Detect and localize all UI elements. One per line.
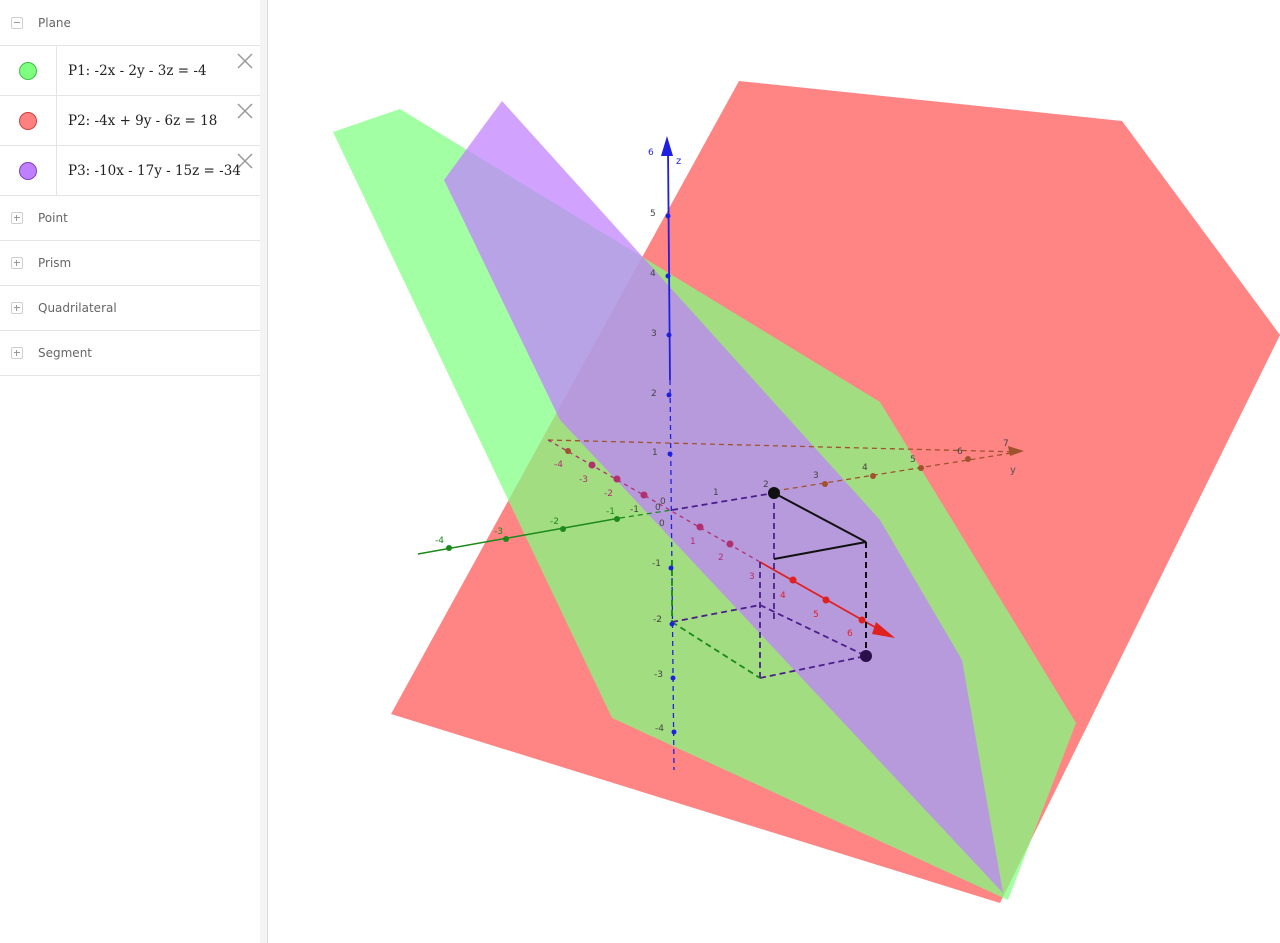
- x-tick-4: 4: [780, 591, 786, 601]
- group-quadrilateral[interactable]: Quadrilateral: [0, 286, 260, 331]
- x-tick-5: 5: [813, 610, 819, 620]
- group-prism[interactable]: Prism: [0, 241, 260, 286]
- visibility-toggle-p2[interactable]: [0, 96, 57, 145]
- y-tick-6: 6: [957, 447, 963, 457]
- green-tick-neg3: -3: [494, 527, 503, 537]
- x-tick-1: 1: [690, 537, 696, 547]
- plane-expression[interactable]: P1: -2x - 2y - 3z = -4: [57, 46, 260, 95]
- close-icon[interactable]: [236, 52, 254, 70]
- z-axis-arrow-icon: [661, 136, 673, 156]
- plane-row-p1[interactable]: P1: -2x - 2y - 3z = -4: [0, 45, 260, 95]
- expand-icon[interactable]: [11, 257, 23, 269]
- z-tick-neg3: -3: [654, 670, 663, 680]
- z-tick-neg2: -2: [653, 615, 662, 625]
- group-plane-label: Plane: [38, 15, 71, 30]
- expand-icon[interactable]: [11, 212, 23, 224]
- z-tick-5: 5: [650, 209, 656, 219]
- y-tick-3: 3: [813, 471, 819, 481]
- group-plane[interactable]: Plane: [0, 0, 260, 45]
- expand-icon[interactable]: [11, 347, 23, 359]
- z-tick-6: 6: [648, 148, 654, 158]
- close-icon[interactable]: [236, 152, 254, 170]
- z-tick-2: 2: [651, 389, 657, 399]
- z-tick-3: 3: [651, 329, 657, 339]
- point-a[interactable]: [768, 487, 780, 499]
- y-axis-label: y: [1010, 465, 1016, 476]
- group-label: Prism: [38, 256, 72, 270]
- origin-label-2: 0: [655, 503, 661, 513]
- group-point[interactable]: Point: [0, 196, 260, 241]
- visibility-toggle-p1[interactable]: [0, 46, 57, 95]
- diag-tick-neg2: -2: [604, 489, 613, 499]
- diag-tick-neg1: -1: [606, 507, 615, 517]
- plane-row-p3[interactable]: P3: -10x - 17y - 15z = -34: [0, 145, 260, 196]
- marble-icon[interactable]: [19, 111, 37, 130]
- x-tick-3: 3: [749, 572, 755, 582]
- green-tick-neg4: -4: [435, 536, 444, 546]
- y-tick-4: 4: [862, 463, 868, 473]
- y-tick-neg1: -1: [630, 505, 639, 515]
- plane-row-p2[interactable]: P2: -4x + 9y - 6z = 18: [0, 95, 260, 145]
- plane-expression[interactable]: P2: -4x + 9y - 6z = 18: [57, 96, 260, 145]
- diag-tick-neg4: -4: [554, 460, 563, 470]
- z-tick-4: 4: [650, 269, 656, 279]
- z-axis-label: z: [676, 156, 681, 167]
- y-tick-1: 1: [713, 488, 719, 498]
- marble-icon[interactable]: [19, 61, 37, 80]
- panel-divider[interactable]: [260, 0, 268, 943]
- diag-tick-neg3: -3: [579, 475, 588, 485]
- algebra-panel: Plane P1: -2x - 2y - 3z = -4 P2: -4x + 9…: [0, 0, 261, 943]
- graphics-3d-view[interactable]: y z 6 5 4 3 2 1 -1 -2 -3 -4 3 4 5 6 7 -1…: [268, 0, 1280, 943]
- collapse-icon[interactable]: [11, 16, 23, 29]
- origin-label-3: 0: [659, 519, 665, 529]
- expand-icon[interactable]: [11, 302, 23, 314]
- z-tick-neg1: -1: [652, 559, 661, 569]
- green-tick-neg2: -2: [550, 517, 559, 527]
- y-tick-2: 2: [763, 480, 769, 490]
- plane-expression[interactable]: P3: -10x - 17y - 15z = -34: [57, 146, 260, 195]
- x-tick-6: 6: [847, 629, 853, 639]
- marble-icon[interactable]: [19, 161, 37, 180]
- group-label: Point: [38, 211, 68, 225]
- point-b[interactable]: [860, 650, 872, 662]
- close-icon[interactable]: [236, 102, 254, 120]
- origin-label: 0: [660, 497, 666, 507]
- visibility-toggle-p3[interactable]: [0, 146, 57, 195]
- group-label: Segment: [38, 346, 92, 360]
- x-tick-2: 2: [718, 553, 724, 563]
- group-segment[interactable]: Segment: [0, 331, 260, 376]
- scene-svg[interactable]: y z 6 5 4 3 2 1 -1 -2 -3 -4 3 4 5 6 7 -1…: [268, 0, 1280, 943]
- y-tick-7: 7: [1003, 439, 1009, 449]
- z-tick-neg4: -4: [655, 724, 664, 734]
- group-label: Quadrilateral: [38, 301, 117, 315]
- y-tick-5: 5: [910, 455, 916, 465]
- z-tick-1: 1: [652, 448, 658, 458]
